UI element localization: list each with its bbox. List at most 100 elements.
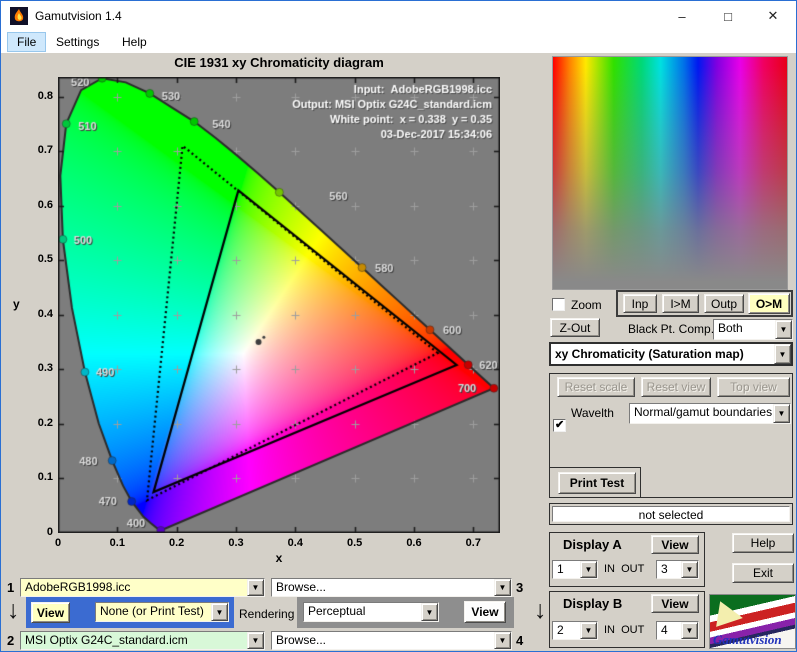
dropdown-arrow-icon[interactable]: ▼ [775,320,792,339]
status-text: not selected [552,506,790,522]
test-pattern-select[interactable]: None (or Print Test) ▼ [95,602,229,622]
display-a-out-value: 3 [661,562,668,576]
menu-item-help[interactable]: Help [113,32,156,52]
logo-text: Gamutvision [713,632,782,647]
window-title: Gamutvision 1.4 [35,9,122,23]
dropdown-arrow-icon[interactable]: ▼ [247,632,264,649]
dropdown-arrow-icon[interactable]: ▼ [494,579,511,596]
slot1-number: 1 [7,580,15,595]
checkmark-icon: ✔ [555,419,565,431]
display-a-in-select[interactable]: 1 ▼ [552,560,598,579]
i-to-m-button[interactable]: I>M [662,294,699,313]
wavelth-checkbox-label: Wavelth [571,406,614,420]
rendering-label: Rendering [239,607,295,621]
input-profile-value: AdobeRGB1998.icc [21,579,247,596]
rendering-intent-value: Perceptual [308,604,366,618]
output-profile-value: MSI Optix G24C_standard.icm [21,632,247,649]
wavelth-checkbox[interactable]: ✔ [553,419,566,432]
x-tick-label: 0.3 [228,537,244,549]
reset-scale-button[interactable]: Reset scale [557,377,635,397]
left-view-button[interactable]: View [31,602,70,623]
status-panel: not selected [549,503,793,525]
zoom-checkbox[interactable] [552,298,565,311]
x-tick-label: 0 [54,537,62,549]
rendering-intent-select[interactable]: Perceptual ▼ [303,602,439,622]
menubar: File Settings Help [1,31,796,53]
display-b-inout-label: IN OUT [604,624,645,636]
slot4-number: 4 [516,633,524,648]
y-tick-label: 0.5 [37,253,53,266]
gamutvision-window: Gamutvision 1.4 – □ ✕ File Settings Help… [0,0,797,652]
print-test-button[interactable]: Print Test [558,472,636,494]
dropdown-arrow-icon[interactable]: ▼ [773,404,790,423]
menu-item-settings[interactable]: Settings [47,32,108,52]
browse-top-value: Browse... [276,580,327,594]
display-a-title: Display A [563,537,622,552]
menu-item-file[interactable]: File [7,32,47,52]
display-a-view-button[interactable]: View [651,535,699,554]
top-view-button[interactable]: Top view [717,377,790,397]
dropdown-arrow-icon[interactable]: ▼ [421,603,438,621]
inp-button[interactable]: Inp [623,294,657,313]
display-b-out-select[interactable]: 4 ▼ [656,621,699,640]
y-tick-label: 0.3 [37,362,53,375]
titlebar[interactable]: Gamutvision 1.4 – □ ✕ [1,1,796,31]
x-tick-label: 0.7 [465,537,481,549]
browse-bottom-select[interactable]: Browse... ▼ [271,631,512,650]
outp-button[interactable]: Outp [704,294,744,313]
transfer-arrow-right-icon: ↓ [534,596,547,624]
boundaries-select[interactable]: Normal/gamut boundaries ▼ [629,403,791,424]
dropdown-arrow-icon[interactable]: ▼ [681,622,698,639]
gamutvision-logo: Gamutvision [709,594,796,649]
o-to-m-button[interactable]: O>M [748,293,790,314]
exit-button[interactable]: Exit [732,563,794,583]
slot3-number: 3 [516,580,524,595]
logo-triangle-icon [716,601,745,631]
reset-view-button[interactable]: Reset view [641,377,711,397]
y-tick-label: 0.6 [37,198,53,211]
profile-preview[interactable] [552,56,788,290]
help-button[interactable]: Help [732,533,794,553]
chromaticity-canvas[interactable] [58,77,500,533]
dropdown-arrow-icon[interactable]: ▼ [494,632,511,649]
z-out-button[interactable]: Z-Out [550,318,600,337]
dropdown-arrow-icon[interactable]: ▼ [580,622,597,639]
zoom-checkbox-label: Zoom [571,298,602,312]
x-tick-label: 0.6 [406,537,422,549]
x-tick-label: 0.1 [109,537,125,549]
display-b-in-select[interactable]: 2 ▼ [552,621,598,640]
display-b-out-value: 4 [661,623,668,637]
minimize-button[interactable]: – [659,1,705,31]
dropdown-arrow-icon[interactable]: ▼ [211,603,228,621]
dropdown-arrow-icon[interactable]: ▼ [247,579,264,596]
test-pattern-value: None (or Print Test) [96,603,211,621]
y-tick-label: 0.8 [37,89,53,102]
x-tick-label: 0.4 [287,537,303,549]
map-mode-value: xy Chromaticity (Saturation map) [555,347,744,361]
y-tick-label: 0.2 [37,416,53,429]
display-b-in-value: 2 [557,623,564,637]
y-tick-label: 0.7 [37,144,53,157]
maximize-button[interactable]: □ [705,1,751,31]
dropdown-arrow-icon[interactable]: ▼ [681,561,698,578]
y-tick-label: 0.1 [37,471,53,484]
boundaries-value: Normal/gamut boundaries [634,405,773,419]
browse-bottom-value: Browse... [276,633,327,647]
browse-top-select[interactable]: Browse... ▼ [271,578,512,597]
slot2-number: 2 [7,633,15,648]
x-axis-label: x [275,551,283,565]
black-pt-comp-select[interactable]: Both ▼ [713,319,793,340]
right-view-button[interactable]: View [464,601,506,623]
display-b-view-button[interactable]: View [651,594,699,613]
input-profile-select[interactable]: AdobeRGB1998.icc ▼ [20,578,265,597]
display-a-out-select[interactable]: 3 ▼ [656,560,699,579]
dropdown-arrow-icon[interactable]: ▼ [580,561,597,578]
close-button[interactable]: ✕ [750,1,796,31]
map-mode-select[interactable]: xy Chromaticity (Saturation map) ▼ [549,342,793,366]
output-profile-select[interactable]: MSI Optix G24C_standard.icm ▼ [20,631,265,650]
y-axis-label: y [13,297,20,311]
app-icon [10,7,28,25]
display-a-inout-label: IN OUT [604,563,645,575]
display-a-in-value: 1 [557,562,564,576]
dropdown-arrow-icon[interactable]: ▼ [774,344,791,364]
